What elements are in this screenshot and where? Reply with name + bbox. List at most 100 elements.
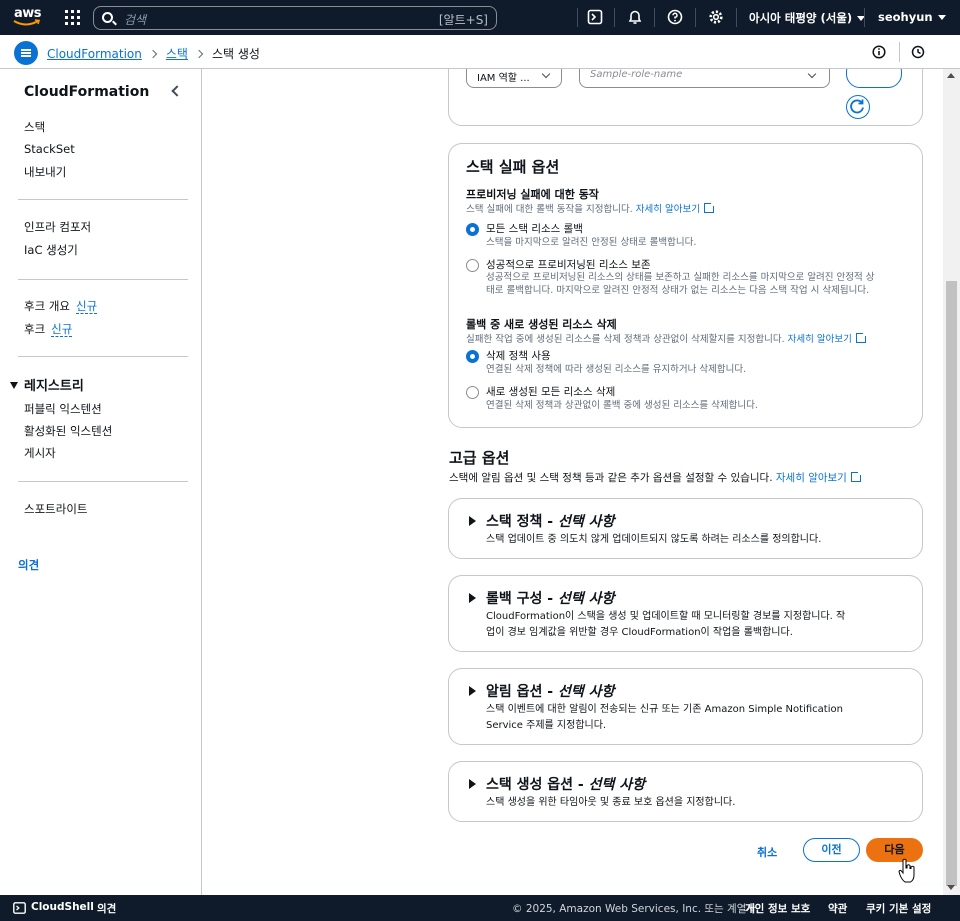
failure-options-title: 스택 실패 옵션 — [466, 158, 560, 176]
help-icon[interactable] — [667, 9, 683, 25]
radio-delete-all-new[interactable] — [466, 386, 479, 399]
scrollbar-thumb[interactable] — [946, 281, 957, 886]
remove-button[interactable] — [846, 69, 902, 88]
sidebar-item-stacksets[interactable]: StackSet — [24, 142, 75, 156]
preserve-resources-label: 성공적으로 프로비저닝된 리소스 보존 — [486, 259, 651, 271]
external-link-icon — [850, 470, 863, 482]
search-input[interactable]: 검색 [알트+S] — [93, 6, 497, 30]
notification-options-title: 알림 옵션 - 선택 사항 — [486, 684, 615, 700]
radio-use-deletion-policy[interactable] — [466, 350, 479, 363]
learn-more-link[interactable]: 자세히 알아보기 — [788, 334, 852, 345]
chevron-down-icon — [807, 69, 817, 79]
refresh-icon — [850, 99, 864, 114]
footer-cookies[interactable]: 쿠키 기본 설정 — [866, 901, 931, 916]
scroll-up-icon[interactable] — [947, 73, 955, 78]
refresh-button[interactable] — [846, 95, 870, 119]
stack-creation-options-title: 스택 생성 옵션 - 선택 사항 — [486, 777, 645, 793]
footer-terms[interactable]: 약관 — [828, 901, 847, 916]
scroll-down-icon[interactable] — [947, 885, 955, 890]
delete-all-new-label: 새로 생성된 모든 리소스 삭제 — [486, 386, 616, 398]
caret-right-icon — [469, 686, 476, 696]
breadcrumb-stacks[interactable]: 스택 — [166, 47, 188, 61]
info-icon[interactable] — [872, 45, 886, 59]
stack-policy-section[interactable]: 스택 정책 - 선택 사항 스택 업데이트 중 의도치 않게 업데이트되지 않도… — [448, 498, 923, 559]
bell-icon[interactable] — [627, 9, 643, 25]
breadcrumb-cloudformation[interactable]: CloudFormation — [47, 47, 142, 61]
advanced-options-desc: 스택에 알림 옵션 및 스택 정책 등과 같은 추가 옵션을 설정할 수 있습니… — [449, 470, 863, 485]
footer-privacy[interactable]: 개인 정보 보호 — [745, 901, 810, 916]
breadcrumb: CloudFormation 스택 스택 생성 — [47, 45, 260, 62]
sidebar-item-public-extensions[interactable]: 퍼블릭 익스텐션 — [24, 401, 102, 417]
sidebar-item-hooks[interactable]: 후크 신규 — [24, 321, 73, 337]
chevron-down-icon — [937, 15, 946, 20]
provisioning-failure-desc: 스택 실패에 대한 롤백 동작을 지정합니다. 자세히 알아보기 — [466, 201, 716, 216]
rollback-config-section[interactable]: 롤백 구성 - 선택 사항 CloudFormation이 스택을 생성 및 업… — [448, 575, 923, 652]
role-name-select[interactable]: Sample-role-name — [579, 69, 830, 88]
breadcrumb-current: 스택 생성 — [211, 47, 260, 61]
region-selector[interactable]: 아시아 태평양 (서울) — [749, 10, 866, 26]
sidebar-item-iac-generator[interactable]: IaC 생성기 — [24, 242, 78, 258]
radio-preserve-resources[interactable] — [466, 259, 479, 272]
cloudshell-icon — [13, 902, 26, 914]
learn-more-link[interactable]: 자세히 알아보기 — [636, 204, 700, 215]
search-shortcut: [알트+S] — [438, 13, 488, 27]
stack-failure-options-card: 스택 실패 옵션 프로비저닝 실패에 대한 동작 스택 실패에 대한 롤백 동작… — [448, 143, 923, 428]
cloudshell-icon[interactable] — [587, 9, 603, 25]
sidebar-item-hooks-overview[interactable]: 후크 개요 신규 — [24, 298, 98, 314]
caret-right-icon — [469, 516, 476, 526]
user-menu[interactable]: seohyun — [878, 10, 946, 24]
notification-options-desc-1: 스택 이벤트에 대한 알림이 전송되는 신규 또는 기존 Amazon Simp… — [486, 704, 843, 715]
preserve-resources-desc-1: 성공적으로 프로비저닝된 리소스의 상태를 보존하고 실패한 리소스를 마지막으… — [486, 272, 875, 283]
use-deletion-policy-desc: 연결된 삭제 정책에 따라 생성된 리소스를 유지하거나 삭제합니다. — [486, 364, 747, 375]
external-link-icon — [703, 201, 716, 213]
footer: CloudShell 의견 © 2025, Amazon Web Service… — [0, 895, 960, 921]
new-badge: 신규 — [75, 299, 98, 314]
history-icon[interactable] — [911, 45, 925, 59]
permissions-card: IAM 역할 ... Sample-role-name — [448, 69, 923, 126]
use-deletion-policy-label: 삭제 정책 사용 — [486, 350, 551, 362]
sidebar-item-publishers[interactable]: 게시자 — [24, 445, 56, 461]
hand-cursor-icon — [898, 858, 915, 883]
footer-feedback[interactable]: 의견 — [97, 901, 116, 916]
top-navigation: aws 검색 [알트+S] 아시아 태평양 (서울) seohyun — [0, 0, 960, 35]
gear-icon[interactable] — [708, 9, 724, 25]
sidebar-item-exports[interactable]: 내보내기 — [24, 164, 66, 180]
aws-logo[interactable]: aws — [12, 5, 42, 29]
delete-all-new-desc: 연결된 삭제 정책과 상관없이 롤백 중에 생성된 리소스를 삭제합니다. — [486, 400, 758, 411]
stack-creation-options-desc: 스택 생성을 위한 타임아웃 및 종료 보호 옵션을 지정합니다. — [486, 797, 736, 808]
sidebar-close-icon[interactable] — [171, 85, 183, 97]
sidebar-feedback-link[interactable]: 의견 — [18, 557, 39, 573]
breadcrumb-bar: CloudFormation 스택 스택 생성 — [0, 35, 960, 69]
sidebar-item-activated-extensions[interactable]: 활성화된 익스텐션 — [24, 423, 112, 439]
radio-rollback-all[interactable] — [466, 223, 479, 236]
page-scrollbar[interactable] — [943, 69, 960, 895]
stack-policy-title: 스택 정책 - 선택 사항 — [486, 514, 615, 530]
aws-smile-icon — [13, 19, 41, 26]
previous-button[interactable]: 이전 — [803, 838, 860, 862]
rollback-config-desc-1: CloudFormation이 스택을 생성 및 업데이트할 때 모니터링할 경… — [486, 611, 846, 622]
iam-role-type-select[interactable]: IAM 역할 ... — [466, 69, 562, 88]
sidebar-item-spotlight[interactable]: 스포트라이트 — [24, 501, 87, 517]
caret-right-icon — [469, 779, 476, 789]
services-grid-icon[interactable] — [65, 10, 80, 25]
menu-toggle-button[interactable] — [14, 41, 38, 65]
sidebar-item-infra-composer[interactable]: 인프라 컴포저 — [24, 219, 91, 235]
footer-cloudshell[interactable]: CloudShell — [31, 901, 94, 913]
notification-options-section[interactable]: 알림 옵션 - 선택 사항 스택 이벤트에 대한 알림이 전송되는 신규 또는 … — [448, 668, 923, 745]
sidebar-item-stacks[interactable]: 스택 — [24, 119, 45, 135]
new-badge: 신규 — [51, 322, 73, 337]
preserve-resources-desc-2: 태로 롤백합니다. 마지막으로 알려진 안정적 상태가 없는 리소스는 다음 스… — [486, 285, 870, 296]
stack-policy-desc: 스택 업데이트 중 의도치 않게 업데이트되지 않도록 하려는 리소스를 정의합… — [486, 534, 822, 545]
notification-options-desc-2: Service 주제를 지정합니다. — [486, 720, 607, 731]
main-content: IAM 역할 ... Sample-role-name 스택 실패 옵션 프로비… — [203, 69, 943, 895]
rollback-config-title: 롤백 구성 - 선택 사항 — [486, 591, 615, 607]
rollback-config-desc-2: 업이 경보 임계값을 위반할 경우 CloudFormation이 작업을 롤백… — [486, 627, 793, 638]
provisioning-failure-label: 프로비저닝 실패에 대한 동작 — [466, 188, 599, 201]
learn-more-link[interactable]: 자세히 알아보기 — [776, 472, 847, 484]
sidebar-section-registry[interactable]: 레지스트리 — [10, 375, 84, 394]
advanced-options-title: 고급 옵션 — [449, 449, 510, 467]
stack-creation-options-section[interactable]: 스택 생성 옵션 - 선택 사항 스택 생성을 위한 타임아웃 및 종료 보호 … — [448, 761, 923, 822]
search-icon — [102, 12, 113, 23]
cancel-button[interactable]: 취소 — [757, 844, 777, 860]
sidebar-title[interactable]: CloudFormation — [24, 84, 149, 100]
